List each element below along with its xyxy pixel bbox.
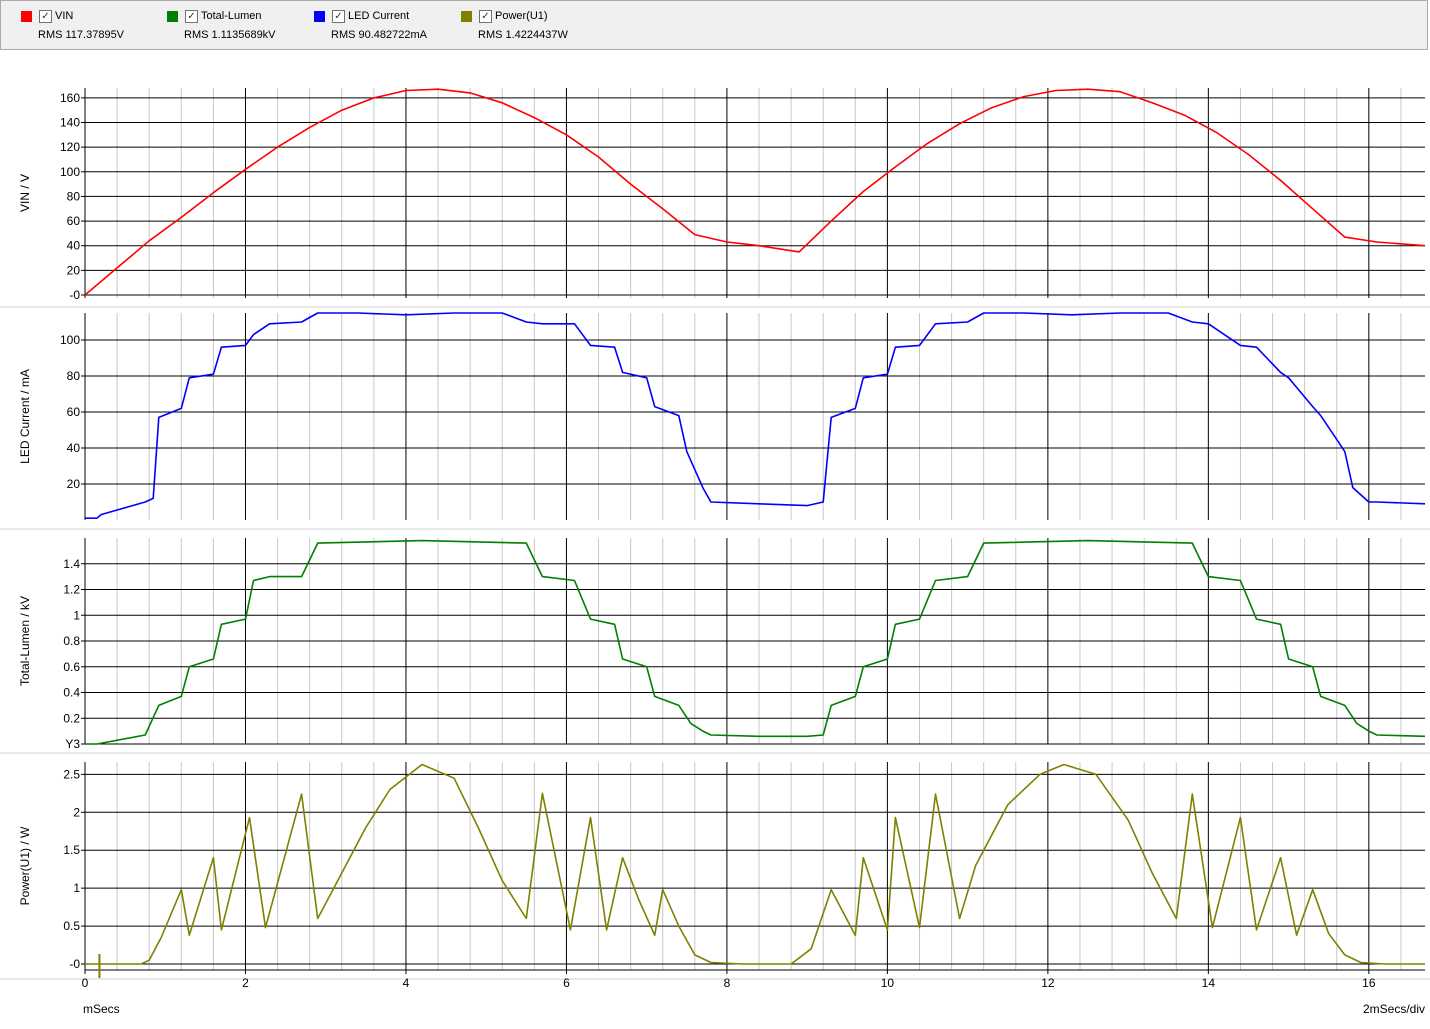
legend-bar: ✓ VIN RMS 117.37895V ✓ Total-Lumen RMS 1…: [0, 0, 1428, 50]
y-tick-label: -0: [69, 957, 80, 971]
legend-rms-total-lumen: RMS 1.1135689kV: [184, 29, 276, 41]
y-tick-label: 2: [73, 805, 80, 819]
y-tick-label: 1.4: [63, 557, 80, 571]
y-tick-label: 20: [67, 477, 81, 491]
series-line-total-lumen: [85, 539, 1426, 745]
x-tick-label: 8: [724, 976, 731, 990]
y-axis-label: LED Current / mA: [18, 369, 32, 464]
x-tick-label: 16: [1362, 976, 1376, 990]
series-line-vin: [84, 88, 1426, 296]
x-tick-label: 0: [82, 976, 89, 990]
x-tick-label: 4: [403, 976, 410, 990]
y-tick-label: 1: [73, 881, 80, 895]
y-tick-label: Y3: [65, 737, 80, 751]
x-tick-label: 6: [563, 976, 570, 990]
checkbox-total-lumen[interactable]: ✓: [185, 10, 198, 23]
y-tick-label: 0.2: [63, 711, 80, 725]
x-axis-scale-label: 2mSecs/div: [1363, 1002, 1425, 1016]
y-tick-label: 60: [67, 405, 81, 419]
y-tick-label: 1: [73, 608, 80, 622]
legend-rms-power-u1: RMS 1.4224437W: [478, 29, 568, 41]
y-tick-label: 80: [67, 369, 81, 383]
y-tick-label: 20: [67, 263, 81, 277]
series-line-led-current: [85, 312, 1426, 520]
legend-swatch-total-lumen: [167, 11, 178, 22]
legend-label-total-lumen: Total-Lumen: [201, 10, 262, 22]
x-tick-label: 14: [1202, 976, 1216, 990]
legend-swatch-vin: [21, 11, 32, 22]
series-line-power-u1-: [85, 763, 1425, 965]
y-tick-label: 60: [67, 214, 81, 228]
y-tick-label: 0.4: [63, 686, 80, 700]
y-tick-label: 1.2: [63, 583, 80, 597]
legend-rms-vin: RMS 117.37895V: [38, 29, 125, 41]
checkbox-vin[interactable]: ✓: [39, 10, 52, 23]
legend-swatch-power-u1: [461, 11, 472, 22]
y-tick-label: 140: [60, 116, 80, 130]
legend-swatch-led-current: [314, 11, 325, 22]
legend-label-led-current: LED Current: [348, 10, 410, 22]
legend-rms-led-current: RMS 90.482722mA: [331, 29, 427, 41]
y-tick-label: 100: [60, 333, 80, 347]
y-tick-label: 40: [67, 441, 81, 455]
y-tick-label: -0: [69, 288, 80, 302]
checkbox-power-u1[interactable]: ✓: [479, 10, 492, 23]
y-axis-label: Power(U1) / W: [18, 826, 32, 905]
y-axis-label: Total-Lumen / kV: [18, 596, 32, 686]
y-tick-label: 80: [67, 189, 81, 203]
x-axis-unit-label: mSecs: [83, 1002, 120, 1016]
legend-label-power-u1: Power(U1): [495, 10, 548, 22]
y-tick-label: 120: [60, 140, 80, 154]
y-tick-label: 1.5: [63, 843, 80, 857]
y-tick-label: 40: [67, 239, 81, 253]
y-tick-label: 100: [60, 165, 80, 179]
y-tick-label: 160: [60, 91, 80, 105]
waveform-chart[interactable]: mSecs 2mSecs/div -020406080100120140160V…: [0, 50, 1430, 1029]
y-tick-label: 0.5: [63, 919, 80, 933]
x-tick-label: 2: [242, 976, 249, 990]
legend-label-vin: VIN: [55, 10, 74, 22]
x-tick-label: 10: [881, 976, 895, 990]
y-tick-label: 0.8: [63, 634, 80, 648]
y-tick-label: 0.6: [63, 660, 80, 674]
checkbox-led-current[interactable]: ✓: [332, 10, 345, 23]
x-tick-label: 12: [1041, 976, 1055, 990]
y-axis-label: VIN / V: [18, 174, 32, 212]
y-tick-label: 2.5: [63, 767, 80, 781]
